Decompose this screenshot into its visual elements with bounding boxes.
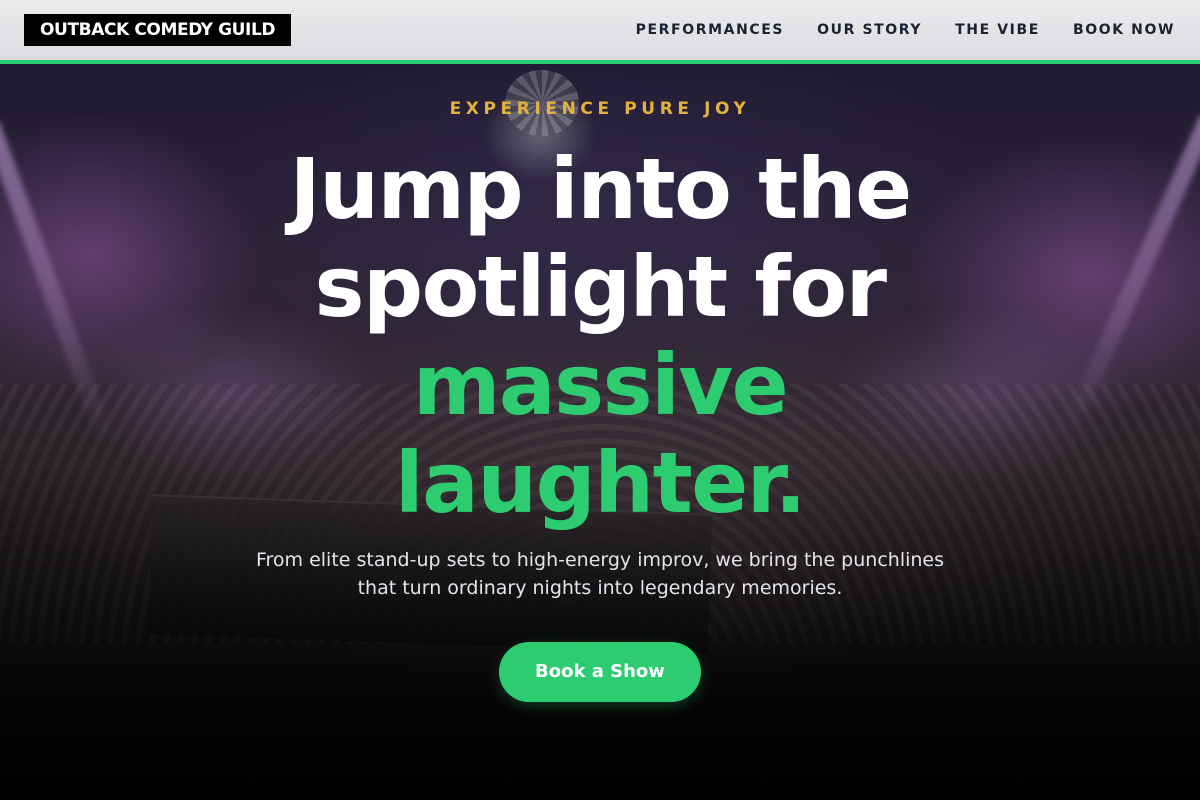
book-a-show-button[interactable]: Book a Show xyxy=(499,642,701,702)
nav-item-the-vibe[interactable]: THE VIBE xyxy=(955,20,1040,40)
nav-item-our-story[interactable]: OUR STORY xyxy=(817,20,922,40)
hero-headline: Jump into the spotlight for massive laug… xyxy=(0,140,1200,532)
headline-line-4: laughter. xyxy=(394,434,807,532)
headline-line-1: Jump into the xyxy=(289,140,912,238)
nav-item-book-now[interactable]: BOOK NOW xyxy=(1073,20,1175,40)
main-nav: PERFORMANCES OUR STORY THE VIBE BOOK NOW xyxy=(636,20,1175,40)
hero-eyebrow: EXPERIENCE PURE JOY xyxy=(449,99,751,119)
headline-line-3: massive xyxy=(412,336,789,434)
site-logo[interactable]: OUTBACK COMEDY GUILD xyxy=(24,14,292,46)
hero-subtext: From elite stand-up sets to high-energy … xyxy=(255,549,945,599)
headline-line-2: spotlight for xyxy=(314,238,887,336)
site-header: OUTBACK COMEDY GUILD PERFORMANCES OUR ST… xyxy=(0,0,1200,64)
nav-item-performances[interactable]: PERFORMANCES xyxy=(636,20,784,40)
hero-content: EXPERIENCE PURE JOY Jump into the spotli… xyxy=(0,64,1200,800)
